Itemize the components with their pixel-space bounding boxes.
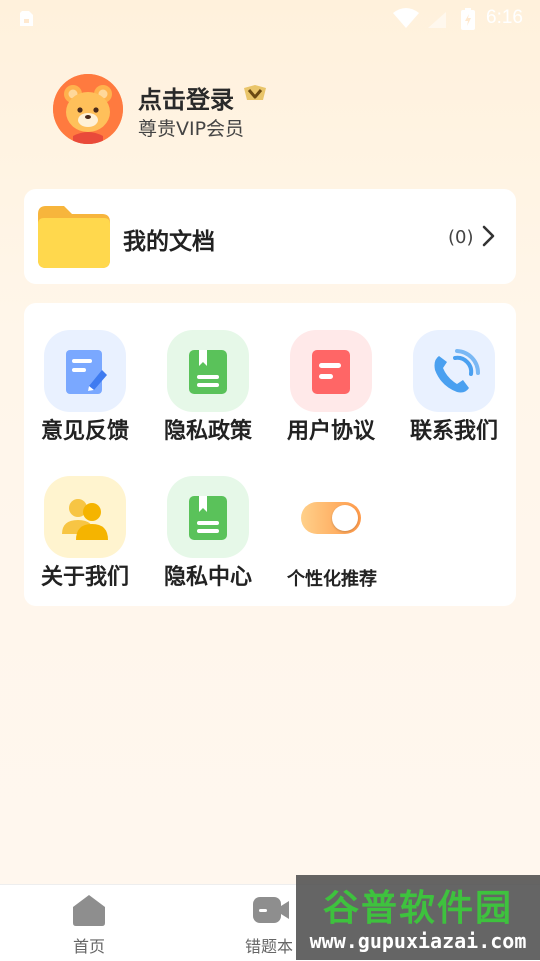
menu-grid-card: 意见反馈 隐私政策 用户协议 联系我们 关于我们 隐私中心 个性化推荐 [24,303,516,606]
camera-icon [253,897,289,923]
status-time: 6:16 [486,7,523,28]
grid-item-label: 意见反馈 [40,419,129,444]
grid-item-privacy-policy[interactable]: 隐私政策 [147,303,267,444]
login-label[interactable]: 点击登录 [138,80,234,115]
nav-label: 首页 [72,937,105,956]
watermark-url: www.gupuxiazai.com [309,929,527,953]
grid-item-label: 联系我们 [409,419,498,444]
watermark-title: 谷普软件园 [322,888,513,929]
battery-icon [461,8,475,30]
toggle-knob [332,505,358,531]
folder-icon [38,206,110,268]
privacy-center-icon [189,496,227,540]
avatar[interactable] [53,74,123,144]
phone-icon [434,349,481,393]
grid-item-contact-us[interactable]: 联系我们 [393,303,513,444]
signal-icon [428,12,446,28]
home-icon [73,895,105,926]
privacy-center-tile [167,476,249,558]
wifi-icon [393,8,419,28]
about-us-tile [44,476,126,558]
grid-item-label: 隐私政策 [163,419,252,444]
contact-us-tile [413,330,495,412]
user-agreement-icon [312,350,350,394]
grid-item-privacy-center[interactable]: 隐私中心 [147,449,267,590]
personalized-recommendation-toggle[interactable] [301,502,361,534]
privacy-policy-tile [167,330,249,412]
nav-item-home[interactable]: 首页 [29,885,149,961]
chevron-right-icon [482,225,495,247]
grid-item-feedback[interactable]: 意见反馈 [24,303,144,444]
feedback-tile [44,330,126,412]
member-level-label: 尊贵VIP会员 [138,118,245,140]
about-us-icon [62,499,108,540]
grid-item-label: 隐私中心 [163,565,252,590]
personalized-recommendation-label: 个性化推荐 [287,569,377,590]
grid-item-label: 用户协议 [286,419,375,444]
watermark: 谷普软件园 www.gupuxiazai.com [296,875,540,960]
grid-item-label: 关于我们 [40,565,129,590]
vip-crown-icon [244,85,266,100]
status-bar: 6:16 [0,0,540,36]
my-documents-card[interactable]: 我的文档 (0) [24,189,516,284]
user-agreement-tile [290,330,372,412]
bear-avatar-icon [53,74,123,144]
privacy-policy-icon [189,350,227,394]
my-documents-title: 我的文档 [123,229,215,255]
grid-item-about-us[interactable]: 关于我们 [24,449,144,590]
grid-item-user-agreement[interactable]: 用户协议 [270,303,390,444]
sd-card-icon [20,11,33,26]
profile-header[interactable]: 点击登录 尊贵VIP会员 [53,74,353,146]
feedback-icon [66,350,107,394]
document-count: (0) [448,227,474,248]
